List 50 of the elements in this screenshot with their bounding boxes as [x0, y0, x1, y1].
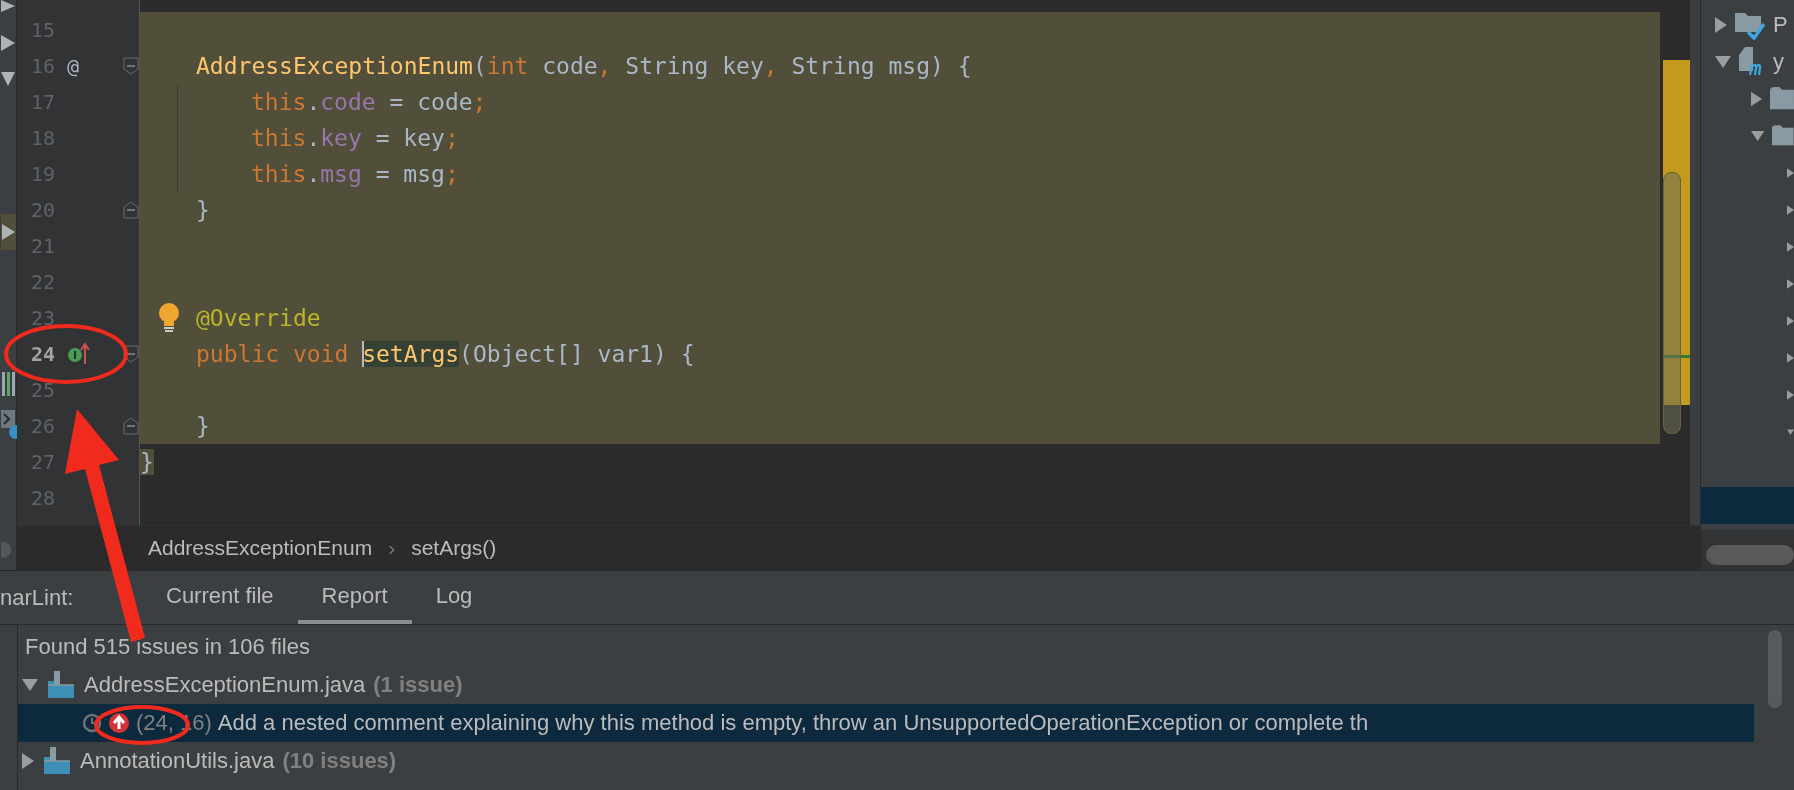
line-number: 24 — [29, 342, 55, 366]
panel-title: narLint: — [0, 583, 75, 612]
expand-arrow-icon[interactable] — [1, 0, 15, 12]
override-marker[interactable]: @ — [67, 54, 80, 78]
lightbulb-icon[interactable] — [158, 303, 180, 333]
error-stripe[interactable] — [1663, 60, 1690, 405]
issue-count: (1 issue) — [373, 672, 463, 698]
breadcrumb-item[interactable]: AddressExceptionEnum — [148, 536, 373, 560]
file-name[interactable]: AnnotationUtils.java — [80, 748, 275, 774]
arrow-up-icon — [108, 712, 130, 734]
scrollbar-thumb[interactable] — [1663, 172, 1681, 434]
fold-icon[interactable] — [123, 57, 139, 75]
code-line: this.msg = msg; — [251, 161, 459, 187]
code-line: this.key = key; — [251, 125, 459, 151]
code-line: this.code = code; — [251, 89, 487, 115]
code-line: AddressExceptionEnum(int code, String key, String msg) { — [196, 53, 972, 79]
collapse-arrow-icon[interactable] — [1751, 129, 1765, 142]
console-icon[interactable] — [1, 410, 17, 440]
horizontal-scrollbar[interactable] — [1701, 530, 1794, 570]
expand-arrow-icon[interactable] — [22, 753, 34, 769]
tree-label[interactable]: y — [1773, 48, 1784, 75]
tab[interactable]: Log — [411, 571, 497, 624]
collapse-arrow-icon[interactable] — [1715, 55, 1731, 68]
code-line: } — [196, 197, 210, 223]
fold-icon[interactable] — [123, 201, 139, 219]
folder-icon — [1770, 85, 1794, 112]
scrollbar-thumb[interactable] — [1768, 630, 1782, 708]
issue-count: (10 issues) — [282, 748, 397, 774]
implements-method-icon[interactable] — [67, 342, 93, 366]
java-file-icon — [42, 747, 72, 775]
breadcrumb-item[interactable]: setArgs() — [411, 536, 497, 560]
code-line: @Override — [196, 305, 321, 331]
java-file-icon — [46, 671, 76, 699]
tree-label[interactable]: P — [1773, 11, 1788, 38]
fold-icon[interactable] — [123, 417, 139, 435]
collapse-arrow-icon[interactable] — [22, 679, 38, 691]
file-name[interactable]: AddressExceptionEnum.java — [84, 672, 366, 698]
expand-arrow-icon[interactable] — [1, 35, 15, 51]
clock-icon — [82, 713, 102, 733]
tab[interactable]: Current file — [142, 571, 298, 624]
bars-icon[interactable] — [1, 372, 17, 396]
code-line: } — [196, 413, 210, 439]
collapse-arrow-icon[interactable] — [1, 72, 15, 86]
summary-text: Found 515 issues in 106 files — [24, 633, 311, 661]
expand-arrow-icon[interactable] — [1751, 90, 1763, 107]
expand-arrow-icon[interactable] — [1715, 16, 1727, 33]
scrollbar-thumb[interactable] — [1706, 545, 1794, 565]
code-line: public void setArgs(Object[] var1) { — [196, 341, 695, 367]
issue-message: Add a nested comment explaining why this method is empty, throw an UnsupportedOperationException or complete th — [217, 710, 1369, 736]
breadcrumb-separator: › — [388, 536, 396, 560]
